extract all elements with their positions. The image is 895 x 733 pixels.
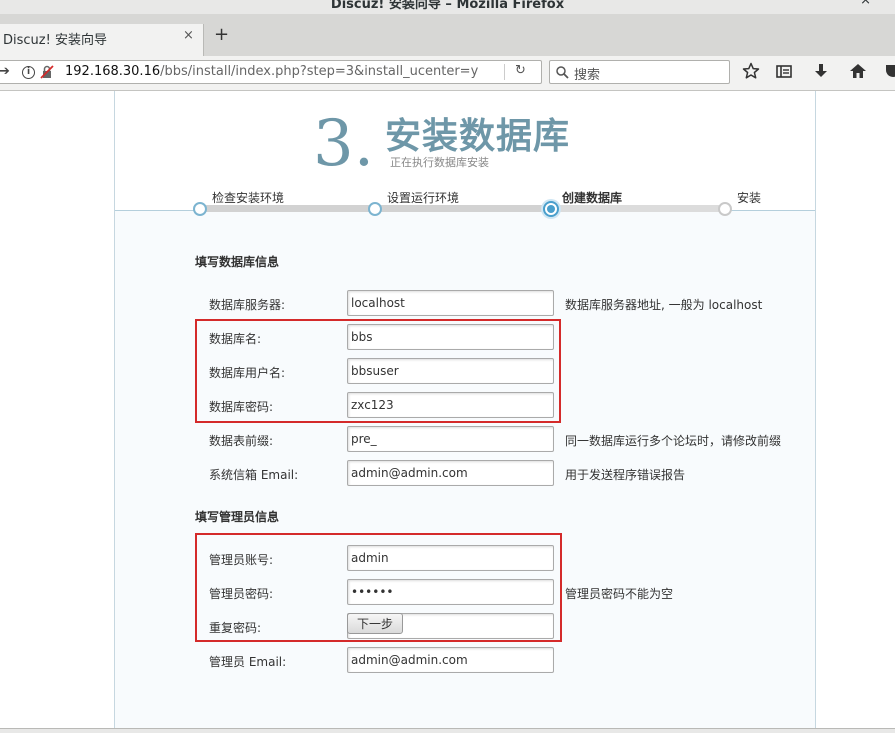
window-titlebar: Discuz! 安装向导 – Mozilla Firefox ×	[0, 0, 895, 14]
tab-title: Discuz! 安装向导	[3, 33, 107, 48]
search-icon	[556, 66, 569, 79]
window-bottom-edge	[0, 728, 895, 733]
url-text[interactable]: 192.168.30.16/bbs/install/index.php?step…	[65, 64, 479, 79]
field-hint: 用于发送程序错误报告	[565, 468, 686, 482]
url-host: 192.168.30.16	[65, 64, 161, 79]
window-close-button[interactable]: ×	[860, 0, 871, 8]
reload-icon[interactable]: ↻	[515, 63, 526, 78]
table-prefix-input[interactable]	[347, 426, 554, 452]
progress-step-node-done	[368, 202, 382, 216]
progress-step-label: 检查安装环境	[212, 191, 285, 205]
form-row-db-host: 数据库服务器: 数据库服务器地址, 一般为 localhost	[115, 289, 815, 319]
field-label: 系统信箱 Email:	[209, 468, 299, 482]
progress-step-node-current	[543, 201, 559, 217]
field-hint: 管理员密码不能为空	[565, 587, 674, 601]
progress-step-node-done	[193, 202, 207, 216]
step-number: 3.	[313, 107, 375, 181]
info-icon[interactable]: i	[22, 66, 35, 79]
next-step-button[interactable]: 下一步	[347, 613, 403, 634]
step-subtitle: 正在执行数据库安装	[390, 156, 489, 169]
install-container: 3. 安装数据库 正在执行数据库安装 检查安装环境 设置运行环境 创建数据库 安…	[114, 91, 816, 732]
url-bar[interactable]: ➔ i 192.168.30.16/bbs/install/index.php?…	[0, 60, 542, 84]
home-icon[interactable]	[849, 62, 867, 80]
url-path: /bbs/install/index.php?step=3&install_uc…	[160, 64, 479, 79]
search-placeholder: 搜索	[574, 68, 601, 83]
admin-section-title: 填写管理员信息	[195, 510, 280, 524]
insecure-lock-icon[interactable]	[40, 65, 54, 79]
db-section-title: 填写数据库信息	[195, 255, 280, 269]
field-label: 数据库服务器:	[209, 298, 286, 312]
tab-strip: Discuz! 安装向导 × +	[0, 14, 895, 57]
progress-track	[201, 205, 726, 212]
system-email-input[interactable]	[347, 460, 554, 486]
form-row-system-email: 系统信箱 Email: 用于发送程序错误报告	[115, 459, 815, 489]
field-label: 数据表前缀:	[209, 434, 274, 448]
field-hint: 数据库服务器地址, 一般为 localhost	[565, 298, 763, 312]
form-row-table-prefix: 数据表前缀: 同一数据库运行多个论坛时，请修改前缀	[115, 425, 815, 455]
reading-list-icon[interactable]	[775, 62, 793, 80]
highlight-box-db	[195, 319, 561, 423]
pocket-icon[interactable]	[884, 62, 895, 80]
tab-discuz-install[interactable]: Discuz! 安装向导 ×	[0, 24, 204, 56]
tab-close-icon[interactable]: ×	[183, 28, 194, 43]
progress-step-label: 安装	[737, 191, 762, 205]
page-viewport: 3. 安装数据库 正在执行数据库安装 检查安装环境 设置运行环境 创建数据库 安…	[0, 91, 895, 732]
form-row-admin-email: 管理员 Email:	[115, 646, 815, 676]
download-icon[interactable]	[812, 62, 830, 80]
step-title: 安装数据库	[385, 116, 571, 157]
admin-email-input[interactable]	[347, 647, 554, 673]
search-bar[interactable]: 搜索	[549, 60, 730, 84]
bookmark-star-icon[interactable]	[742, 62, 760, 80]
field-hint: 同一数据库运行多个论坛时，请修改前缀	[565, 434, 782, 448]
url-separator	[504, 64, 505, 80]
progress-step-node-pending	[718, 202, 732, 216]
new-tab-button[interactable]: +	[214, 24, 229, 45]
db-host-input[interactable]	[347, 290, 554, 316]
field-label: 管理员 Email:	[209, 655, 287, 669]
window-title: Discuz! 安装向导 – Mozilla Firefox	[330, 0, 565, 12]
progress-step-label-current: 创建数据库	[562, 191, 623, 205]
progress-step-label: 设置运行环境	[387, 191, 460, 205]
back-arrow-icon[interactable]: ➔	[0, 64, 10, 79]
navigation-bar: ➔ i 192.168.30.16/bbs/install/index.php?…	[0, 56, 895, 91]
